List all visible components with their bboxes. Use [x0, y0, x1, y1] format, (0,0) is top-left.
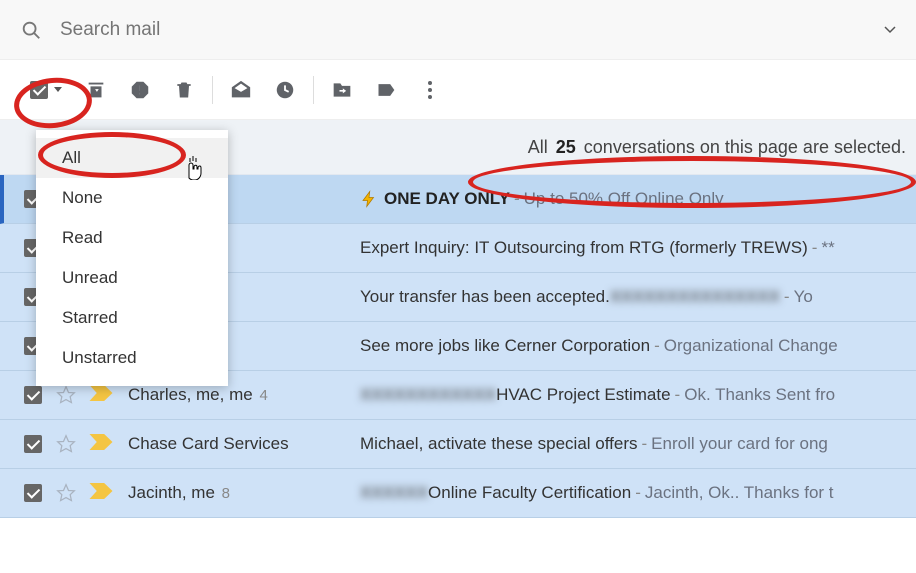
toolbar-divider — [212, 76, 213, 104]
selection-banner-text: All 25 conversations on this page are se… — [528, 137, 906, 158]
search-icon[interactable] — [20, 19, 42, 41]
toolbar — [0, 60, 916, 120]
select-all-checkbox[interactable] — [18, 70, 74, 110]
mail-row[interactable]: Chase Card ServicesMichael, activate the… — [0, 420, 916, 469]
important-marker-icon[interactable] — [90, 483, 112, 504]
search-bar — [0, 0, 916, 60]
subject: XXXXXXXXXXXX HVAC Project Estimate - Ok.… — [360, 385, 835, 405]
move-to-button[interactable] — [320, 70, 364, 110]
snooze-button[interactable] — [263, 70, 307, 110]
subject: Expert Inquiry: IT Outsourcing from RTG … — [360, 238, 835, 258]
report-spam-button[interactable] — [118, 70, 162, 110]
search-options-caret[interactable] — [884, 26, 896, 34]
star-icon[interactable] — [56, 434, 76, 454]
menu-item-unstarred[interactable]: Unstarred — [36, 338, 228, 378]
sender: Charles, me, me 4 — [128, 385, 360, 405]
labels-button[interactable] — [364, 70, 408, 110]
menu-item-starred[interactable]: Starred — [36, 298, 228, 338]
delete-button[interactable] — [162, 70, 206, 110]
more-button[interactable] — [408, 70, 452, 110]
row-checkbox[interactable] — [24, 386, 42, 404]
sender: Chase Card Services — [128, 434, 360, 454]
mark-read-button[interactable] — [219, 70, 263, 110]
important-marker-icon[interactable] — [90, 434, 112, 455]
menu-item-read[interactable]: Read — [36, 218, 228, 258]
bolt-icon — [360, 190, 378, 208]
star-icon[interactable] — [56, 385, 76, 405]
subject: XXXXXX Online Faculty Certification - Ja… — [360, 483, 834, 503]
cursor-pointer-icon — [182, 154, 204, 180]
row-checkbox[interactable] — [24, 484, 42, 502]
subject: See more jobs like Cerner Corporation - … — [360, 336, 838, 356]
important-marker-icon[interactable] — [90, 385, 112, 406]
menu-item-none[interactable]: None — [36, 178, 228, 218]
chevron-down-icon — [54, 87, 62, 92]
subject: Your transfer has been accepted. XXXXXXX… — [360, 287, 813, 307]
menu-item-unread[interactable]: Unread — [36, 258, 228, 298]
star-icon[interactable] — [56, 483, 76, 503]
row-checkbox[interactable] — [24, 435, 42, 453]
checkbox-checked-icon — [30, 81, 48, 99]
subject: Michael, activate these special offers -… — [360, 434, 828, 454]
toolbar-divider — [313, 76, 314, 104]
subject: ONE DAY ONLY - Up to 50% Off Online Only — [360, 189, 724, 209]
search-input[interactable] — [60, 19, 896, 41]
archive-button[interactable] — [74, 70, 118, 110]
mail-row[interactable]: Jacinth, me 8XXXXXX Online Faculty Certi… — [0, 469, 916, 518]
sender: Jacinth, me 8 — [128, 483, 360, 503]
